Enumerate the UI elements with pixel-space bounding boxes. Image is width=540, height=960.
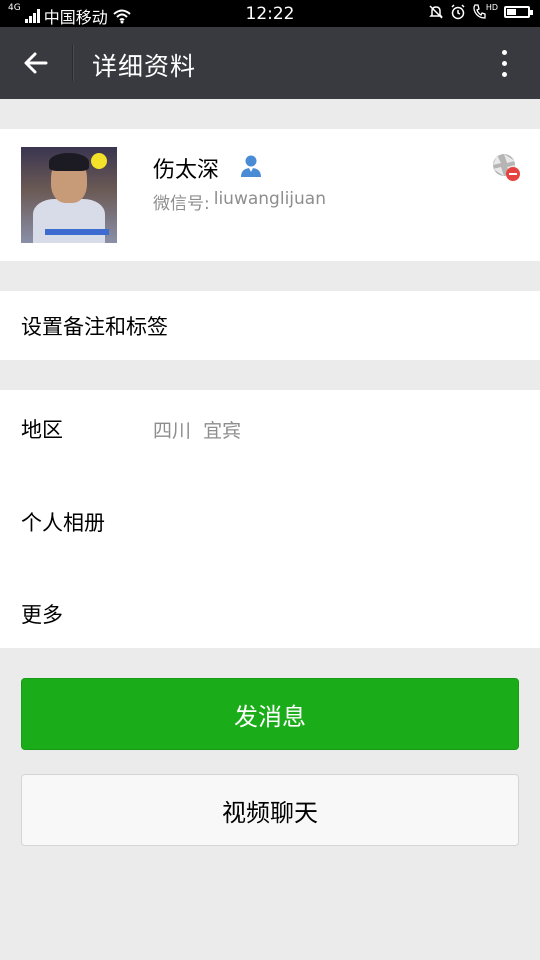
wechat-id-value: liuwanglijuan xyxy=(213,189,326,209)
moments-blocked-icon[interactable] xyxy=(490,151,522,183)
set-remark-and-tags[interactable]: 设置备注和标签 xyxy=(0,291,540,360)
profile-name: 伤太深 xyxy=(153,158,220,183)
profile-card: 伤太深 微信号: liuwanglijuan xyxy=(0,129,540,261)
back-button[interactable] xyxy=(14,41,58,85)
phone-icon xyxy=(473,4,486,19)
wechat-id-label: 微信号: xyxy=(153,194,210,214)
bell-mute-icon xyxy=(429,5,443,19)
title-divider xyxy=(72,45,74,81)
avatar[interactable] xyxy=(21,147,117,243)
status-right: HD xyxy=(428,3,533,20)
info-section: 地区 四川 宜宾 个人相册 更多 xyxy=(0,390,540,648)
album-label: 个人相册 xyxy=(21,511,105,535)
more-row[interactable]: 更多 xyxy=(0,562,540,648)
more-label: 更多 xyxy=(21,603,63,627)
remark-label: 设置备注和标签 xyxy=(21,315,168,339)
page-title: 详细资料 xyxy=(92,52,197,81)
wechat-id: 微信号: liuwanglijuan xyxy=(153,189,326,214)
title-bar: 详细资料 xyxy=(0,27,540,99)
battery-icon xyxy=(504,6,533,18)
arrow-left-icon xyxy=(24,52,48,74)
send-message-button[interactable]: 发消息 xyxy=(21,678,519,750)
person-icon xyxy=(241,155,261,177)
region-value: 四川 宜宾 xyxy=(153,420,242,442)
video-chat-button[interactable]: 视频聊天 xyxy=(21,774,519,846)
region-row: 地区 四川 宜宾 xyxy=(0,390,540,476)
region-label: 地区 xyxy=(21,418,63,442)
more-options-button[interactable] xyxy=(486,43,522,83)
personal-album-row[interactable]: 个人相册 xyxy=(0,476,540,562)
hd-label: HD xyxy=(485,3,498,12)
status-bar: 4G 中国移动 12:22 HD xyxy=(0,0,540,27)
alarm-icon xyxy=(451,4,465,20)
